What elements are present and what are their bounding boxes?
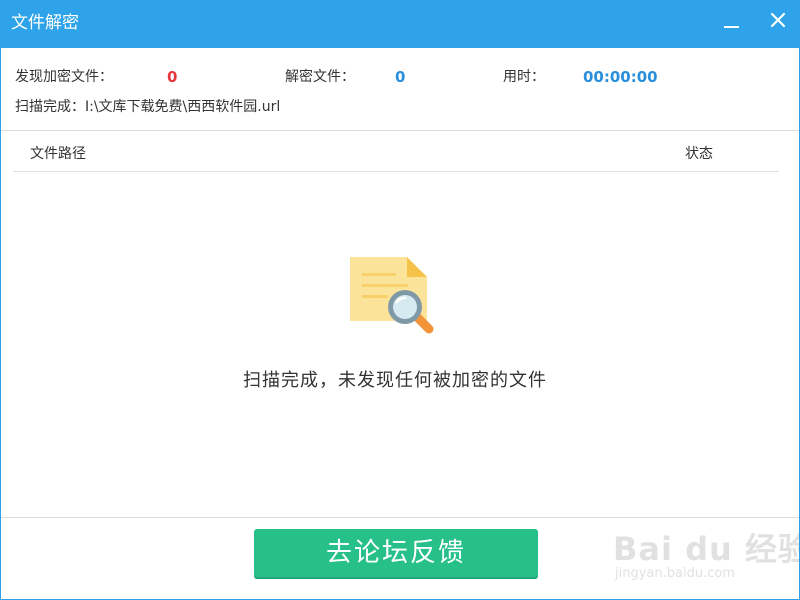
elapsed-time-value: 00:00:00 [583,68,658,86]
stats-row: 发现加密文件： 0 解密文件： 0 用时： 00:00:00 [15,67,785,87]
file-list[interactable]: 文件路径 状态 扫描完成，未发现任何被加密的文件 [1,130,799,518]
file-decrypt-window: 文件解密 发现加密文件： 0 解密文件： 0 用时： 00:00:00 扫描完成… [0,0,800,600]
close-icon [770,12,786,28]
minimize-button[interactable] [719,8,745,34]
watermark-url: jingyan.baidu.com [615,566,735,581]
title-bar[interactable]: 文件解密 [1,0,799,48]
decrypted-label: 解密文件： [285,69,355,85]
window-title: 文件解密 [11,13,79,33]
found-encrypted-count: 0 [167,68,178,86]
forum-feedback-button[interactable]: 去论坛反馈 [254,529,538,577]
file-list-header: 文件路径 状态 [13,131,779,172]
found-encrypted-label: 发现加密文件： [15,69,113,85]
watermark-logo: Bai du 经验 [613,530,800,568]
document-search-icon [350,257,434,334]
column-header-status: 状态 [685,146,713,162]
column-header-path: 文件路径 [30,146,86,162]
decrypted-count: 0 [395,68,406,86]
empty-state-message: 扫描完成，未发现任何被加密的文件 [243,370,547,391]
close-button[interactable] [765,8,791,34]
scan-status: 扫描完成：I:\文库下载免费\西西软件园.url [15,99,281,115]
baidu-jingyan-watermark: Bai du 经验 jingyan.baidu.com [613,514,799,594]
elapsed-time-label: 用时： [503,69,545,85]
